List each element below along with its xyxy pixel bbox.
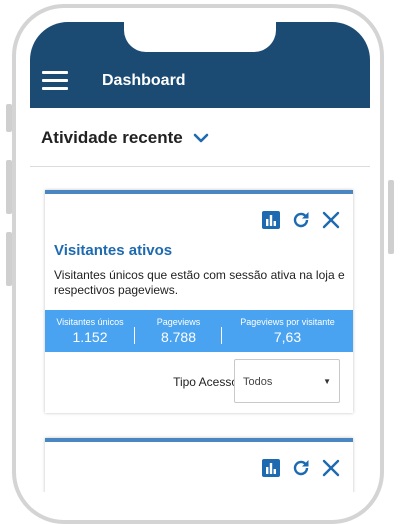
stat-pageviews: Pageviews 8.788 [135, 310, 222, 352]
second-card [45, 438, 353, 492]
refresh-icon[interactable] [291, 210, 311, 230]
app-header: Dashboard [30, 22, 370, 108]
phone-side-button [6, 232, 12, 286]
bar-chart-icon[interactable] [261, 210, 281, 230]
phone-side-button [6, 104, 12, 132]
close-icon[interactable] [321, 458, 341, 478]
stat-label: Pageviews [156, 316, 201, 327]
stat-label: Pageviews por visitante [240, 316, 335, 327]
section-title: Atividade recente [41, 128, 183, 147]
active-visitors-card: Visitantes ativos Visitantes únicos que … [45, 190, 353, 413]
card-description: Visitantes únicos que estão com sessão a… [54, 268, 345, 297]
phone-side-button [6, 160, 12, 214]
stat-value: 8.788 [160, 328, 197, 345]
phone-side-button [388, 180, 394, 254]
phone-screen: Dashboard Atividade recente Visitantes a… [30, 22, 370, 492]
chevron-down-icon[interactable] [193, 132, 209, 144]
phone-notch [124, 22, 276, 52]
stat-unique-visitors: Visitantes únicos 1.152 [45, 310, 135, 352]
select-arrow-icon: ▼ [323, 377, 331, 386]
select-value: Todos [243, 376, 273, 388]
stats-bar: Visitantes únicos 1.152 Pageviews 8.788 … [45, 310, 353, 352]
section-header[interactable]: Atividade recente [41, 126, 209, 150]
stat-pageviews-per-visitor: Pageviews por visitante 7,63 [222, 310, 353, 352]
section-divider [30, 166, 370, 167]
app-title: Dashboard [102, 72, 186, 89]
refresh-icon[interactable] [291, 458, 311, 478]
menu-icon[interactable] [42, 71, 68, 91]
stat-label: Visitantes únicos [56, 316, 124, 327]
access-type-select[interactable]: Todos ▼ [234, 359, 340, 403]
close-icon[interactable] [321, 210, 341, 230]
card-title: Visitantes ativos [54, 242, 173, 259]
stat-value: 7,63 [273, 328, 302, 345]
card-toolbar [261, 210, 341, 230]
bar-chart-icon[interactable] [261, 458, 281, 478]
access-type-label: Tipo Acesso [173, 375, 238, 389]
filter-row: Tipo Acesso Todos ▼ [45, 359, 353, 405]
stat-value: 1.152 [72, 328, 108, 345]
card-toolbar [261, 458, 341, 478]
